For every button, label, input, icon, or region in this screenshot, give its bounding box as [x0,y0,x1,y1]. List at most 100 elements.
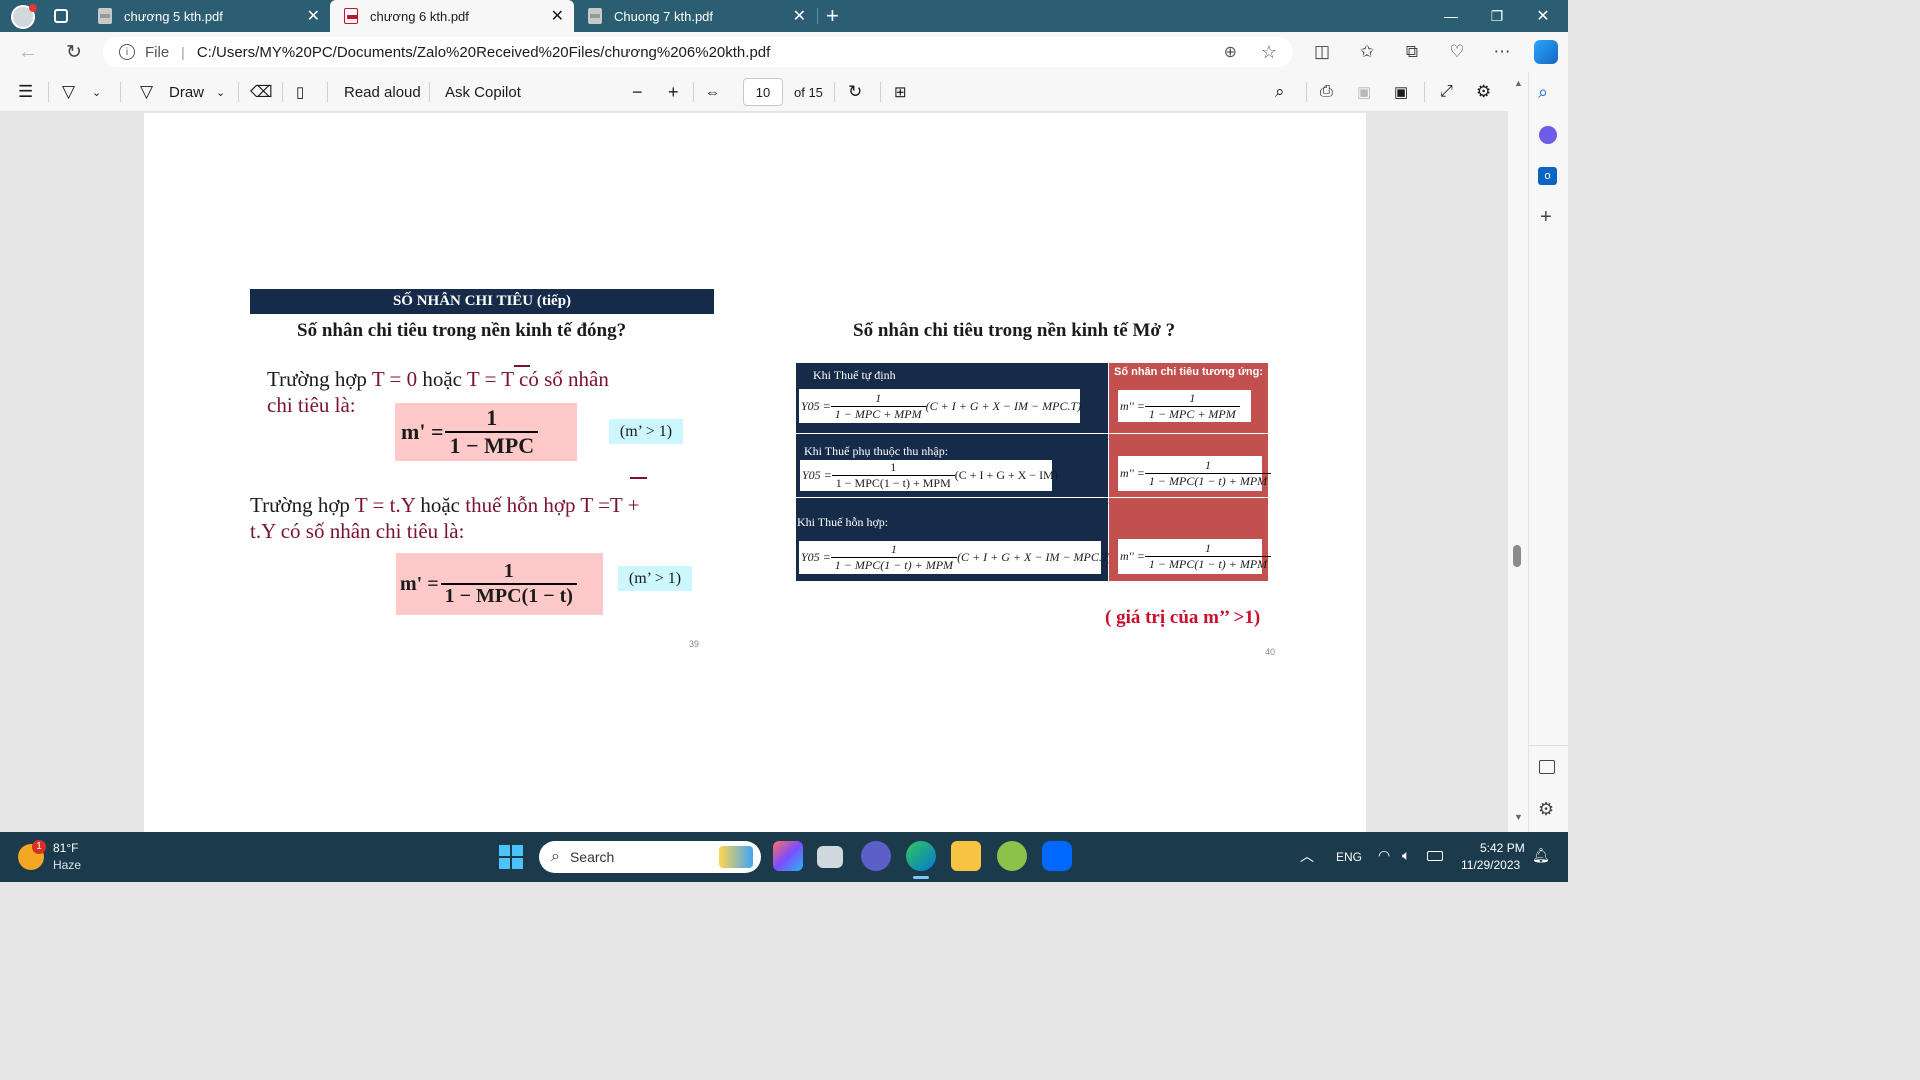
y05-formula-3: Y05 = 11 − MPC(1 − t) + MPM (C + I + G +… [799,541,1113,574]
settings-icon[interactable]: ⚙ [1476,72,1491,112]
fit-width-icon[interactable]: ⇔ [705,72,720,112]
vertical-scrollbar[interactable]: ▲ ▼ [1508,72,1528,832]
tab-actions-icon[interactable] [54,9,68,23]
sidebar-copilot-icon[interactable] [1539,126,1557,144]
refresh-icon[interactable]: ↻ [60,40,88,64]
taskbar: 1 81°F Haze ⌕ Search ︿ ENG ◠ 🔈︎ 5:42 PM … [0,832,1568,882]
slide-header: SỐ NHÂN CHI TIÊU (tiếp) [250,289,714,314]
search-label: Search [569,849,615,865]
sidebar-add-icon[interactable]: + [1540,206,1552,229]
slide-page-number: 39 [689,639,700,649]
close-tab-icon[interactable]: ✕ [551,6,564,26]
weather-desc: Haze [53,858,82,872]
scroll-up-arrow[interactable]: ▲ [1514,78,1523,88]
teams-icon[interactable] [861,841,891,871]
search-icon[interactable]: ⌕ [1275,72,1285,112]
file-explorer-icon[interactable] [951,841,981,871]
rotate-icon[interactable]: ↻ [848,72,862,112]
favorite-star-icon[interactable]: ☆ [1261,42,1277,63]
copilot-icon[interactable] [1534,40,1558,64]
weather-badge: 1 [32,840,46,854]
condition-1: (m’ > 1) [609,419,683,444]
zoom-in-icon[interactable]: + [668,72,679,112]
address-bar-row: ← ↻ i File | C:/Users/MY%20PC/Documents/… [0,32,1568,72]
slide-page-number: 40 [1265,647,1276,657]
y05-formula-2: Y05 = 11 − MPC(1 − t) + MPM (C + I + G +… [800,460,1058,491]
copilot-app-icon[interactable] [773,841,803,871]
search-highlight-icon [719,846,753,868]
task-view-icon[interactable] [817,846,843,868]
split-screen-icon[interactable]: ◫ [1310,40,1334,64]
pdf-icon [98,8,112,24]
restore-icon[interactable]: ❐ [1474,0,1520,32]
tab-chuong-5[interactable]: chương 5 kth.pdf ✕ [84,0,330,32]
tab-chuong-7[interactable]: Chuong 7 kth.pdf ✕ [574,0,816,32]
show-hidden-icons-icon[interactable]: ︿ [1300,846,1314,866]
draw-button[interactable]: Draw [169,72,204,112]
eraser-icon[interactable]: ⌫ [250,72,273,112]
battery-icon[interactable] [1427,851,1443,861]
collections-icon[interactable]: ⧉ [1400,40,1424,64]
volume-icon[interactable]: 🔈︎ [1402,847,1410,864]
text-box-icon[interactable]: ▯ [296,72,304,112]
new-tab-icon[interactable]: + [826,3,839,29]
clock-time[interactable]: 5:42 PM [1480,841,1525,855]
start-icon[interactable] [499,845,523,869]
scroll-thumb[interactable] [1513,545,1521,567]
zoom-out-icon[interactable]: − [632,72,643,112]
clock-date[interactable]: 11/29/2023 [1461,858,1520,872]
sidebar-search-icon[interactable]: ⌕ [1538,82,1548,103]
zalo-icon[interactable] [1042,841,1072,871]
minimize-icon[interactable]: — [1428,0,1474,32]
ask-copilot-button[interactable]: Ask Copilot [445,72,521,112]
highlight-icon[interactable]: ▽ [62,72,75,112]
tab-label: Chuong 7 kth.pdf [614,8,714,24]
url-text[interactable]: C:/Users/MY%20PC/Documents/Zalo%20Receiv… [197,44,770,61]
tab-label: chương 5 kth.pdf [124,8,223,24]
fullscreen-icon[interactable]: ⤢ [1440,72,1453,112]
chevron-down-icon[interactable]: ⌄ [92,72,101,112]
scroll-down-arrow[interactable]: ▼ [1514,812,1523,822]
y05-formula-1: Y05 = 11 − MPC + MPM (C + I + G + X − IM… [799,389,1081,423]
close-tab-icon[interactable]: ✕ [307,6,320,26]
sidebar-settings-icon[interactable]: ⚙ [1538,799,1554,820]
info-icon[interactable]: i [119,44,135,60]
more-menu-icon[interactable]: ⋯ [1490,40,1514,64]
back-icon[interactable]: ← [14,40,42,64]
page-view-icon[interactable]: ⊞ [894,72,907,112]
case2-text: Trường hợp T = t.Y hoặc thuế hỗn hợp T =… [250,493,640,543]
notification-bell-icon[interactable]: 🔔︎ [1532,847,1550,864]
condition-2: (m’ > 1) [618,566,692,591]
close-tab-icon[interactable]: ✕ [793,6,806,26]
read-aloud-button[interactable]: Read aloud [344,72,421,112]
slide-subtitle-closed: Số nhân chi tiêu trong nền kinh tế đóng? [297,320,627,341]
print-icon[interactable]: ⎙ [1320,72,1333,112]
pdf-viewer[interactable]: SỐ NHÂN CHI TIÊU (tiếp) Số nhân chi tiêu… [0,113,1508,832]
draw-icon[interactable]: ▽ [140,72,153,112]
address-bar[interactable]: i File | C:/Users/MY%20PC/Documents/Zalo… [103,37,1293,67]
search-icon: ⌕ [551,848,560,865]
wifi-icon[interactable]: ◠ [1378,847,1390,864]
slide-subtitle-open: Số nhân chi tiêu trong nền kinh tế Mở ? [853,320,1176,341]
weather-temp[interactable]: 81°F [53,841,78,855]
chevron-down-icon[interactable]: ⌄ [216,72,225,112]
save-as-icon[interactable]: ▣ [1394,72,1408,112]
page-total: of 15 [794,84,823,100]
app-icon[interactable] [997,841,1027,871]
zoom-icon[interactable]: ⊕ [1224,42,1237,62]
tab-chuong-6[interactable]: chương 6 kth.pdf ✕ [330,0,574,32]
sidebar-hide-icon[interactable] [1539,760,1555,774]
taskbar-search-box[interactable]: ⌕ Search [539,841,761,873]
edge-icon[interactable] [906,841,936,871]
close-window-icon[interactable]: ✕ [1520,0,1566,32]
pdf-toolbar: ☰ ▽ ⌄ ▽ Draw ⌄ ⌫ ▯ Read aloud Ask Copilo… [0,72,1528,112]
sidebar-outlook-icon[interactable]: o [1538,167,1557,185]
formula-1-box: m' = 11 − MPC [395,403,577,461]
page-number-input[interactable]: 10 [743,78,783,106]
save-icon[interactable]: ▣ [1357,72,1371,112]
m-value-note: ( giá trị của m’’ >1) [1105,607,1261,628]
browser-essentials-icon[interactable]: ♡ [1445,40,1469,64]
contents-icon[interactable]: ☰ [18,72,33,112]
favorites-icon[interactable]: ✩ [1355,40,1379,64]
language-indicator[interactable]: ENG [1336,850,1362,864]
